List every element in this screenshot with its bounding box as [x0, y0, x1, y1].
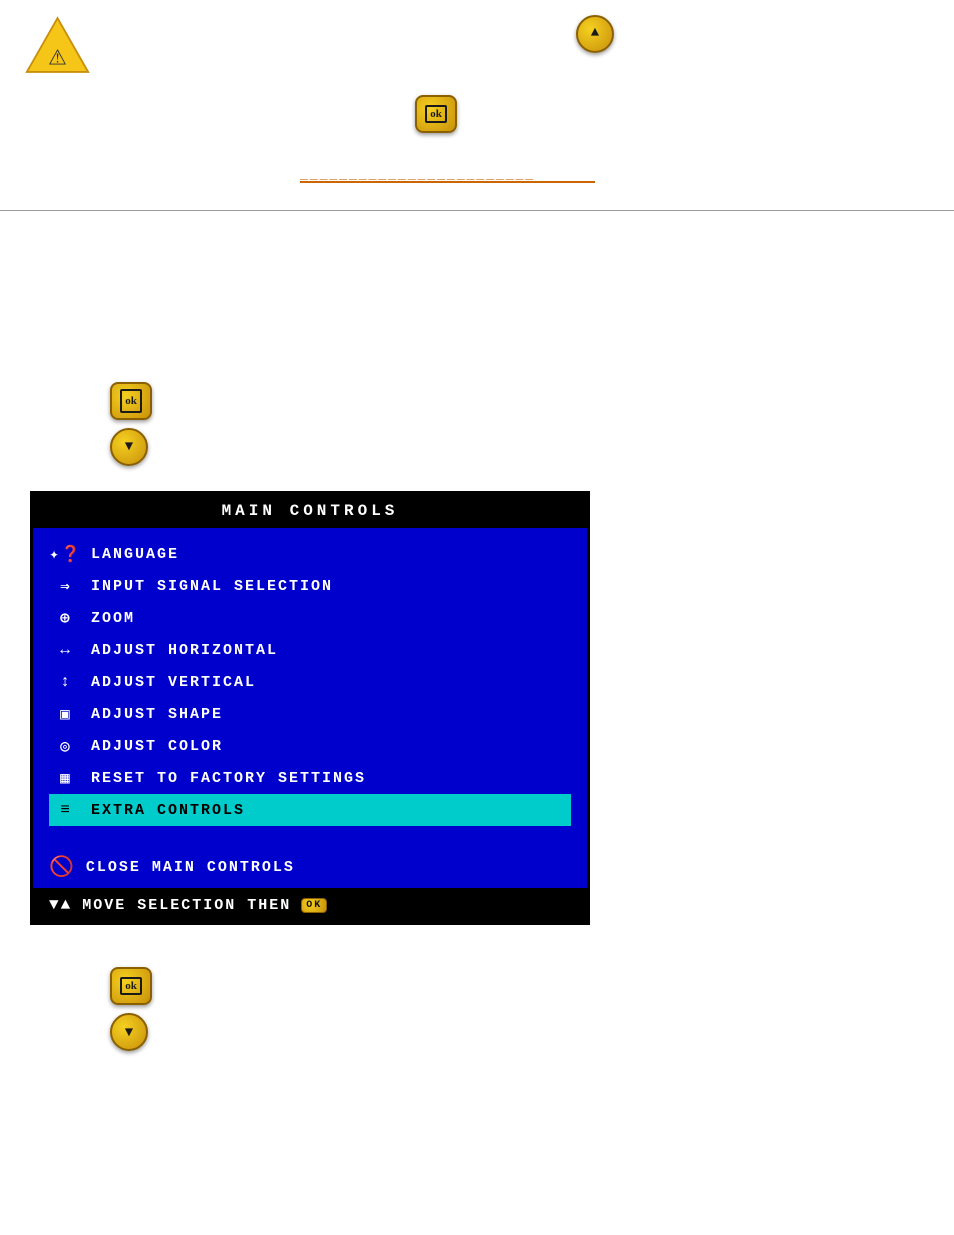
menu-item-language-label: LANGUAGE — [91, 546, 179, 563]
body-text-2 — [30, 274, 924, 301]
body-text-4 — [30, 340, 924, 367]
bottom-ok-row — [110, 967, 924, 1005]
close-controls-row[interactable]: 🚫 CLOSE MAIN CONTROLS — [33, 846, 587, 888]
osd-items-list: ✦❓ LANGUAGE ⇒ INPUT SIGNAL SELECTION ⊕ Z… — [33, 528, 587, 846]
menu-item-extra-label: EXTRA CONTROLS — [91, 802, 245, 819]
input-icon: ⇒ — [53, 575, 79, 597]
menu-item-color[interactable]: ◎ ADJUST COLOR — [49, 730, 571, 762]
language-icon: ✦❓ — [53, 543, 79, 565]
body-text-1 — [30, 241, 924, 268]
menu-item-shape-label: ADJUST SHAPE — [91, 706, 223, 723]
menu-item-input-label: INPUT SIGNAL SELECTION — [91, 578, 333, 595]
close-controls-label: CLOSE MAIN CONTROLS — [86, 859, 295, 876]
close-icon: 🚫 — [49, 854, 76, 880]
menu-item-zoom-label: ZOOM — [91, 610, 135, 627]
down-arrow-middle[interactable] — [110, 428, 148, 466]
menu-item-horizontal[interactable]: ↔ ADJUST HORIZONTAL — [49, 634, 571, 666]
body-text-3 — [30, 307, 924, 334]
up-arrow-button[interactable] — [576, 15, 614, 53]
bottom-section — [0, 935, 954, 1076]
menu-item-reset-label: RESET TO FACTORY SETTINGS — [91, 770, 366, 787]
zoom-icon: ⊕ — [53, 607, 79, 629]
vertical-icon: ↕ — [53, 671, 79, 693]
ok-button-middle[interactable] — [110, 382, 152, 420]
menu-item-reset[interactable]: ▦ RESET TO FACTORY SETTINGS — [49, 762, 571, 794]
menu-separator — [49, 826, 571, 836]
menu-item-zoom[interactable]: ⊕ ZOOM — [49, 602, 571, 634]
ok-button-row — [110, 382, 924, 420]
ok-button-top[interactable] — [415, 95, 457, 133]
menu-item-language[interactable]: ✦❓ LANGUAGE — [49, 538, 571, 570]
osd-menu: MAIN CONTROLS ✦❓ LANGUAGE ⇒ INPUT SIGNAL… — [30, 491, 590, 925]
osd-title: MAIN CONTROLS — [33, 494, 587, 528]
color-icon: ◎ — [53, 735, 79, 757]
reset-icon: ▦ — [53, 767, 79, 789]
svg-text:⚠: ⚠ — [49, 40, 67, 74]
extra-icon: ≡ — [53, 799, 79, 821]
down-arrow-bottom[interactable] — [110, 1013, 148, 1051]
osd-footer: ▼▲ MOVE SELECTION THEN OK — [33, 888, 587, 922]
horizontal-icon: ↔ — [53, 639, 79, 661]
footer-move-text: MOVE SELECTION THEN — [82, 897, 291, 914]
nav-link[interactable]: ________________________ — [300, 165, 595, 183]
shape-icon: ▣ — [53, 703, 79, 725]
footer-ok-icon: OK — [301, 898, 327, 913]
menu-item-input[interactable]: ⇒ INPUT SIGNAL SELECTION — [49, 570, 571, 602]
bottom-down-row — [110, 1013, 924, 1051]
down-arrow-row — [110, 428, 924, 466]
menu-item-vertical[interactable]: ↕ ADJUST VERTICAL — [49, 666, 571, 698]
menu-item-vertical-label: ADJUST VERTICAL — [91, 674, 256, 691]
ok-button-bottom[interactable] — [110, 967, 152, 1005]
menu-item-horizontal-label: ADJUST HORIZONTAL — [91, 642, 278, 659]
menu-item-shape[interactable]: ▣ ADJUST SHAPE — [49, 698, 571, 730]
menu-item-color-label: ADJUST COLOR — [91, 738, 223, 755]
menu-item-extra[interactable]: ≡ EXTRA CONTROLS — [49, 794, 571, 826]
nav-arrows-icon: ▼▲ — [49, 896, 72, 914]
warning-icon: ⚠ — [25, 15, 90, 80]
